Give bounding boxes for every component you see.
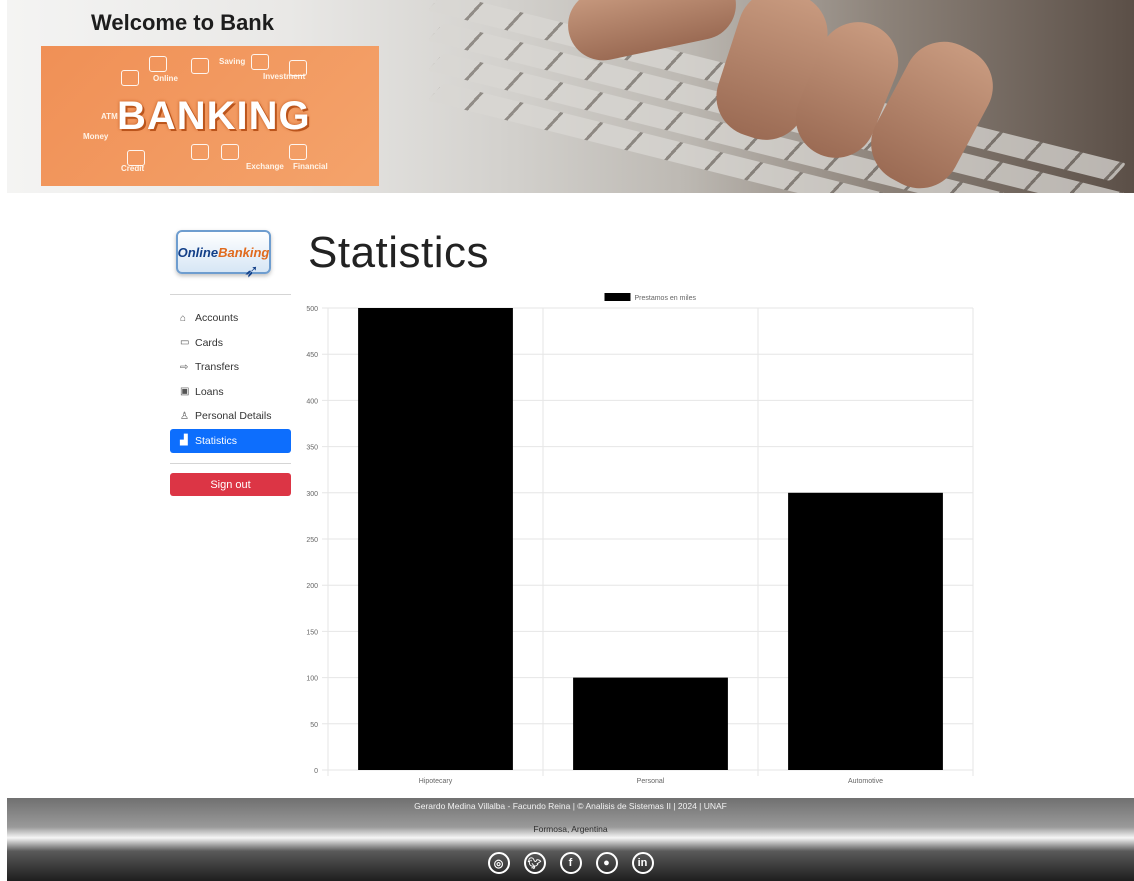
logo-text-banking: Banking — [218, 244, 270, 260]
money-icon — [121, 70, 139, 86]
twitter-icon[interactable]: 🐦︎ — [523, 852, 546, 874]
banner-label: Financial — [293, 162, 328, 171]
bar-automotive — [788, 492, 943, 770]
cash-icon: ▣ — [180, 386, 190, 398]
sidebar-nav: ⌂ Accounts ▭ Cards ⇨ Transfers ▣ Loans ♙… — [170, 306, 291, 453]
bar-personal — [573, 677, 728, 770]
banner-label: Money — [83, 132, 109, 141]
transfer-arrow-icon: ⇨ — [180, 361, 189, 373]
sidebar-item-loans[interactable]: ▣ Loans — [170, 380, 291, 405]
y-tick-label: 350 — [306, 445, 318, 452]
facebook-icon[interactable]: f — [559, 852, 582, 874]
sidebar-divider — [170, 463, 291, 464]
document-icon — [289, 144, 307, 160]
banner-title: BANKING — [117, 94, 311, 138]
atm-icon — [149, 56, 167, 72]
safe-icon — [251, 54, 269, 70]
sign-out-button[interactable]: Sign out — [170, 473, 291, 496]
footer-credits: Gerardo Medina Villalba - Facundo Reina … — [414, 801, 727, 811]
bank-icon: ⌂ — [180, 312, 187, 324]
sidebar-item-label: Cards — [195, 336, 224, 349]
sidebar-item-statistics[interactable]: ▟ Statistics — [170, 428, 291, 453]
coins-icon — [191, 58, 209, 74]
y-tick-label: 200 — [306, 583, 318, 590]
footer-location: Formosa, Argentina — [533, 824, 608, 834]
footer: Gerardo Medina Villalba - Facundo Reina … — [7, 798, 1134, 881]
sidebar-item-label: Transfers — [195, 361, 239, 374]
social-links: ◎ 🐦︎ f ● in — [7, 852, 1134, 874]
x-tick-label: Personal — [637, 778, 665, 785]
github-icon[interactable]: ● — [595, 852, 618, 874]
sidebar-item-label: Loans — [195, 385, 224, 398]
cursor-icon: ➶ — [243, 261, 259, 281]
sidebar-item-label: Personal Details — [195, 410, 272, 423]
sidebar-item-accounts[interactable]: ⌂ Accounts — [170, 306, 291, 331]
y-tick-label: 50 — [310, 722, 318, 729]
banner-label: Online — [153, 74, 178, 83]
instagram-icon[interactable]: ◎ — [487, 852, 510, 874]
person-icon: ♙ — [180, 410, 189, 422]
banner-label: Saving — [219, 57, 246, 66]
logo-text-online: Online — [177, 244, 219, 260]
banner-label: ATM — [101, 112, 118, 121]
legend-label: Prestamos en miles — [635, 295, 697, 302]
y-tick-label: 100 — [306, 676, 318, 683]
y-tick-label: 300 — [306, 491, 318, 498]
safe-icon — [221, 144, 239, 160]
banner-label: Exchange — [246, 162, 284, 171]
diamond-icon — [289, 60, 307, 76]
y-tick-label: 450 — [306, 352, 318, 359]
legend-swatch — [604, 293, 631, 301]
header-banner: Welcome to Bank Online Saving Investment… — [7, 0, 1134, 193]
y-tick-label: 400 — [306, 398, 318, 405]
online-banking-logo[interactable]: Online Banking ➶ — [176, 230, 271, 281]
welcome-title: Welcome to Bank — [91, 10, 274, 35]
sidebar-item-transfers[interactable]: ⇨ Transfers — [170, 355, 291, 380]
bar-chart-icon: ▟ — [180, 435, 188, 447]
y-tick-label: 150 — [306, 629, 318, 636]
y-tick-label: 500 — [306, 306, 318, 313]
linkedin-icon[interactable]: in — [631, 852, 654, 874]
x-tick-label: Automotive — [848, 778, 883, 785]
sidebar-item-cards[interactable]: ▭ Cards — [170, 331, 291, 356]
sidebar-item-label: Accounts — [195, 312, 239, 325]
page-title: Statistics — [308, 228, 490, 277]
x-tick-label: Hipotecary — [419, 778, 453, 785]
banking-banner: Online Saving Investment Money ATM Credi… — [41, 46, 379, 186]
y-tick-label: 0 — [314, 768, 318, 775]
y-tick-label: 250 — [306, 537, 318, 544]
sidebar-divider — [170, 294, 291, 295]
atm-icon — [191, 144, 209, 160]
bar-chart: 0 50 100 150 200 250 300 350 400 450 500 Hipotecary… — [306, 293, 974, 785]
sidebar-item-label: Statistics — [195, 434, 238, 447]
wallet-icon — [127, 150, 145, 166]
sidebar-item-personal-details[interactable]: ♙ Personal Details — [170, 404, 291, 429]
bar-hipotecary — [358, 308, 513, 770]
credit-card-icon: ▭ — [180, 337, 190, 349]
